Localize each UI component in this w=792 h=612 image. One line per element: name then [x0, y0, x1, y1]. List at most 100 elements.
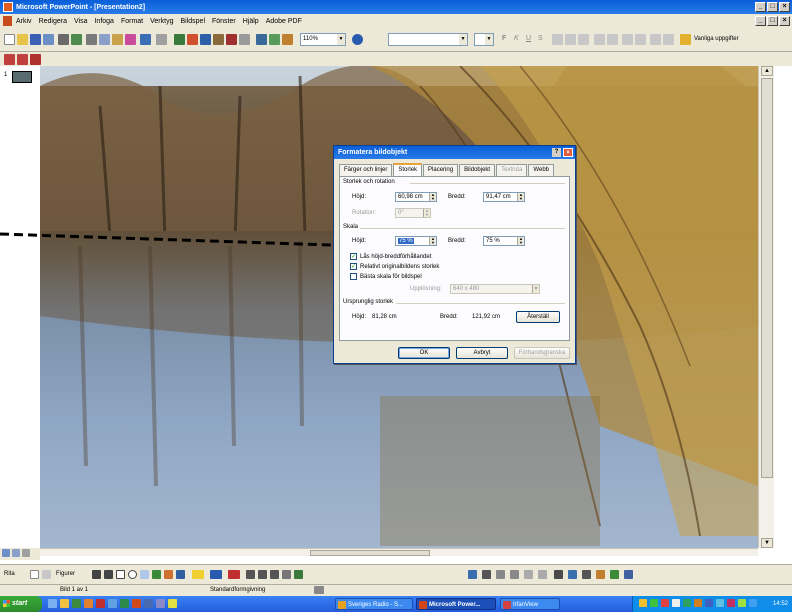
chart-icon[interactable]	[174, 34, 185, 45]
align-left-icon[interactable]	[552, 34, 563, 45]
line-color-icon[interactable]	[210, 570, 222, 579]
help-icon[interactable]	[352, 34, 363, 45]
clipart-icon[interactable]	[176, 570, 185, 579]
spelling-icon[interactable]	[71, 34, 82, 45]
compress-icon[interactable]	[596, 570, 605, 579]
hyperlink-icon[interactable]	[226, 34, 237, 45]
spin-arrows-icon[interactable]: ▲ ▼	[517, 193, 524, 201]
help-button[interactable]: ?	[552, 148, 561, 157]
network-icon[interactable]	[749, 599, 757, 607]
insert-table-icon[interactable]	[200, 34, 211, 45]
decrease-font-icon[interactable]	[635, 34, 646, 45]
tray-icon[interactable]	[705, 599, 713, 607]
email-icon[interactable]	[43, 34, 54, 45]
menu-fonster[interactable]: Fönster	[212, 18, 236, 25]
document-icon[interactable]	[3, 16, 12, 26]
rectangle-icon[interactable]	[116, 570, 125, 579]
doc-restore-button[interactable]: □	[767, 16, 778, 26]
menu-hjalp[interactable]: Hjälp	[243, 18, 259, 25]
doc-minimize-button[interactable]: _	[755, 16, 766, 26]
menu-arkiv[interactable]: Arkiv	[16, 18, 32, 25]
italic-button[interactable]: K	[514, 35, 519, 42]
font-combo[interactable]: ▼	[388, 33, 468, 46]
font-color-icon[interactable]	[228, 570, 240, 579]
numbering-icon[interactable]	[594, 34, 605, 45]
scroll-down-icon[interactable]: ▼	[761, 538, 773, 548]
redo-icon[interactable]	[156, 34, 167, 45]
menu-infoga[interactable]: Infoga	[94, 18, 113, 25]
slideshow-view-icon[interactable]	[22, 549, 30, 557]
line-style-icon[interactable]	[246, 570, 255, 579]
format-picture-icon[interactable]	[624, 570, 633, 579]
save-icon[interactable]	[30, 34, 41, 45]
menu-visa[interactable]: Visa	[74, 18, 88, 25]
chevron-down-icon[interactable]: ▼	[459, 34, 467, 45]
tray-icon[interactable]	[650, 599, 658, 607]
expand-icon[interactable]	[239, 34, 250, 45]
width-spinner[interactable]: 91,47 cm ▲ ▼	[483, 192, 525, 202]
shadow-button[interactable]: S	[538, 35, 543, 42]
picture-insert-icon[interactable]	[468, 570, 477, 579]
tab-web[interactable]: Webb	[528, 164, 554, 176]
relative-original-checkbox[interactable]: ✓ Relativt originalbildens storlek	[350, 263, 439, 270]
increase-font-icon[interactable]	[622, 34, 633, 45]
chevron-down-icon[interactable]: ▼	[485, 34, 493, 45]
checkmark-icon[interactable]: ✓	[350, 253, 357, 260]
rotate-left-icon[interactable]	[568, 570, 577, 579]
quicklaunch-ie-icon[interactable]	[48, 599, 57, 608]
arrow-icon[interactable]	[104, 570, 113, 579]
picture-color-icon[interactable]	[482, 570, 491, 579]
brightness-up-icon[interactable]	[524, 570, 533, 579]
diagram-icon[interactable]	[164, 570, 173, 579]
spin-arrows-icon[interactable]: ▲ ▼	[429, 237, 436, 245]
fill-color-icon[interactable]	[192, 570, 204, 579]
align-right-icon[interactable]	[578, 34, 589, 45]
spin-arrows-icon[interactable]: ▲ ▼	[429, 193, 436, 201]
select-arrow-icon[interactable]	[30, 570, 39, 579]
grid-icon[interactable]	[269, 34, 280, 45]
textbox-icon[interactable]	[140, 570, 149, 579]
unchecked-box-icon[interactable]	[350, 273, 357, 280]
copy-icon[interactable]	[99, 34, 110, 45]
tray-icon[interactable]	[672, 599, 680, 607]
reset-button[interactable]: Återställ	[516, 311, 560, 323]
underline-button[interactable]: U	[526, 35, 531, 42]
align-center-icon[interactable]	[565, 34, 576, 45]
quicklaunch-powerpoint-icon[interactable]	[132, 599, 141, 608]
contrast-up-icon[interactable]	[496, 570, 505, 579]
tab-picture[interactable]: Bildobjekt	[459, 164, 496, 176]
quicklaunch-outlook-icon[interactable]	[144, 599, 153, 608]
bold-button[interactable]: F	[502, 35, 506, 42]
undo-icon[interactable]	[140, 34, 151, 45]
line-icon[interactable]	[92, 570, 101, 579]
paste-icon[interactable]	[112, 34, 123, 45]
menu-verktyg[interactable]: Verktyg	[150, 18, 173, 25]
columns-icon[interactable]	[213, 34, 224, 45]
tasks-icon[interactable]	[680, 34, 691, 45]
print-icon[interactable]	[58, 34, 69, 45]
shadow-style-icon[interactable]	[282, 570, 291, 579]
recolor-icon[interactable]	[610, 570, 619, 579]
scroll-up-icon[interactable]: ▲	[761, 66, 773, 76]
start-button[interactable]: start	[0, 596, 42, 612]
sorter-view-icon[interactable]	[12, 549, 20, 557]
quicklaunch-media-icon[interactable]	[72, 599, 81, 608]
horizontal-scroll-thumb[interactable]	[310, 550, 430, 556]
best-scale-checkbox[interactable]: Bästa skala för bildspel	[350, 273, 422, 280]
quicklaunch-misc2-icon[interactable]	[168, 599, 177, 608]
color-grayscale-icon[interactable]	[282, 34, 293, 45]
format-painter-icon[interactable]	[125, 34, 136, 45]
ok-button[interactable]: OK	[398, 347, 450, 359]
task-sveriges-radio[interactable]: Sveriges Radio - S...	[335, 598, 413, 610]
font-size-combo[interactable]: ▼	[474, 33, 494, 46]
dash-style-icon[interactable]	[258, 570, 267, 579]
pdf-email-icon[interactable]	[17, 54, 28, 65]
minimize-button[interactable]: _	[755, 2, 766, 12]
tray-icon[interactable]	[694, 599, 702, 607]
quicklaunch-firefox-icon[interactable]	[84, 599, 93, 608]
menu-format[interactable]: Format	[121, 18, 143, 25]
brightness-down-icon[interactable]	[538, 570, 547, 579]
contrast-down-icon[interactable]	[510, 570, 519, 579]
dialog-close-button[interactable]: ×	[563, 148, 573, 157]
scale-height-value[interactable]: 75 %	[398, 238, 414, 244]
